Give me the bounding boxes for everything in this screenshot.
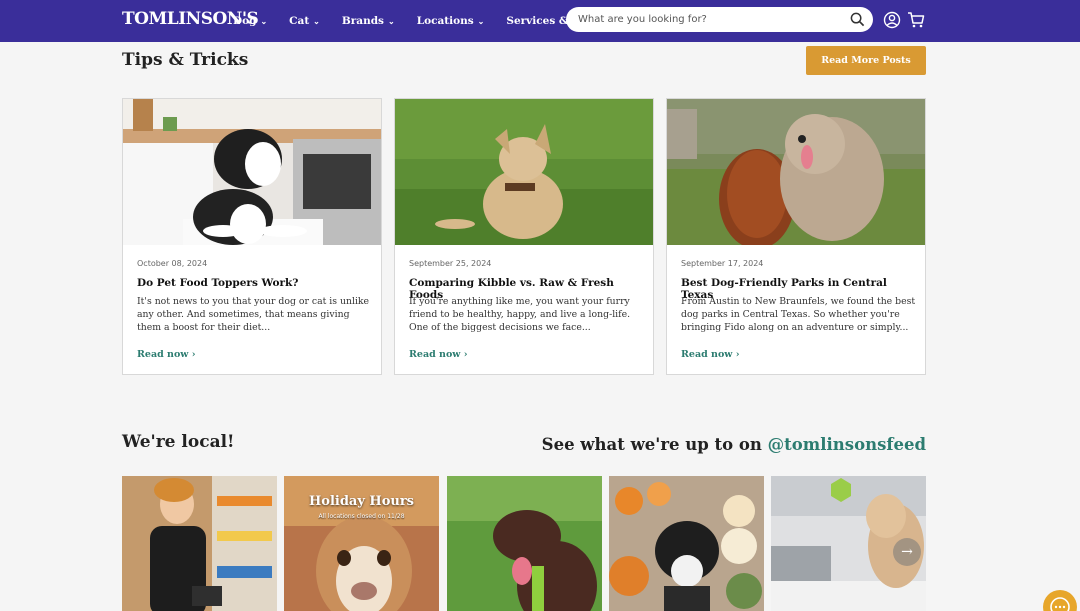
- instagram-photo-1[interactable]: [122, 476, 277, 611]
- instagram-photo-2[interactable]: Holiday Hours All locations closed on 11…: [284, 476, 439, 611]
- chevron-down-icon: ⌄: [313, 16, 320, 26]
- nav-locations[interactable]: Locations ⌄: [417, 15, 485, 27]
- blog-card-image[interactable]: [667, 99, 925, 245]
- dog-grass-photo: [395, 99, 653, 245]
- carousel-next-button[interactable]: →: [893, 538, 921, 566]
- callout-text: See what we're up to on: [541, 435, 768, 454]
- chevron-right-icon: ›: [463, 349, 468, 360]
- nav-brands-label: Brands: [341, 15, 384, 27]
- chevron-right-icon: ›: [735, 349, 740, 360]
- blog-card-3[interactable]: September 17, 2024 Best Dog-Friendly Par…: [666, 98, 926, 375]
- read-now-link[interactable]: Read now ›: [409, 349, 468, 360]
- brown-dog-grass-photo: [447, 476, 602, 611]
- holiday-hours-subtitle: All locations closed on 11/28: [318, 513, 405, 520]
- read-now-label: Read now: [681, 349, 733, 360]
- account-icon[interactable]: [883, 11, 901, 29]
- nav-dog-label: Dog: [233, 15, 257, 27]
- blog-excerpt: If you're anything like me, you want you…: [409, 296, 631, 333]
- read-now-label: Read now: [137, 349, 189, 360]
- read-more-posts-button[interactable]: Read More Posts: [806, 46, 926, 75]
- section-title-tips: Tips & Tricks: [122, 50, 249, 70]
- blog-excerpt: It's not news to you that your dog or ca…: [137, 296, 370, 333]
- blog-excerpt: From Austin to New Braunfels, we found t…: [681, 296, 916, 333]
- cart-icon[interactable]: [907, 11, 925, 29]
- dog-kitchen-photo: [123, 99, 381, 245]
- nav-cat[interactable]: Cat ⌄: [289, 15, 320, 27]
- search-input[interactable]: [578, 14, 838, 25]
- chat-bubble-icon: [1050, 597, 1070, 611]
- chat-button[interactable]: [1043, 590, 1077, 611]
- chevron-down-icon: ⌄: [387, 16, 395, 26]
- section-title-local: We're local!: [122, 432, 235, 452]
- blog-date: September 17, 2024: [681, 259, 764, 268]
- nav-locations-label: Locations: [416, 15, 474, 27]
- blog-card-2[interactable]: September 25, 2024 Comparing Kibble vs. …: [394, 98, 654, 375]
- blog-card-image[interactable]: [123, 99, 381, 245]
- chevron-down-icon: ⌄: [260, 16, 268, 26]
- nav-cat-label: Cat: [289, 15, 310, 27]
- nav-brands[interactable]: Brands ⌄: [342, 15, 395, 27]
- read-now-label: Read now: [409, 349, 461, 360]
- blog-date: September 25, 2024: [409, 259, 492, 268]
- search-bar: [566, 7, 873, 32]
- chevron-right-icon: ›: [191, 349, 196, 360]
- instagram-photo-4[interactable]: [609, 476, 764, 611]
- blog-card-1[interactable]: October 08, 2024 Do Pet Food Toppers Wor…: [122, 98, 382, 375]
- blog-card-image[interactable]: [395, 99, 653, 245]
- holiday-hours-title: Holiday Hours: [309, 494, 414, 509]
- search-icon[interactable]: [850, 12, 865, 27]
- dog-pumpkins-photo: [609, 476, 764, 611]
- instagram-callout: See what we're up to on @tomlinsonsfeed: [542, 435, 926, 454]
- blog-title[interactable]: Do Pet Food Toppers Work?: [137, 277, 372, 289]
- store-employee-photo: [122, 476, 277, 611]
- nav-dog[interactable]: Dog ⌄: [233, 15, 267, 27]
- dog-park-photo: [667, 99, 925, 245]
- instagram-handle-link[interactable]: @tomlinsonsfeed: [768, 435, 926, 454]
- read-now-link[interactable]: Read now ›: [137, 349, 196, 360]
- chevron-down-icon: ⌄: [477, 16, 485, 26]
- instagram-photo-3[interactable]: [447, 476, 602, 611]
- arrow-right-icon: →: [901, 544, 913, 560]
- blog-date: October 08, 2024: [137, 259, 208, 268]
- top-navigation-bar: TOMLINSON'S Dog ⌄ Cat ⌄ Brands ⌄ Locations ⌄…: [0, 0, 1080, 42]
- read-now-link[interactable]: Read now ›: [681, 349, 740, 360]
